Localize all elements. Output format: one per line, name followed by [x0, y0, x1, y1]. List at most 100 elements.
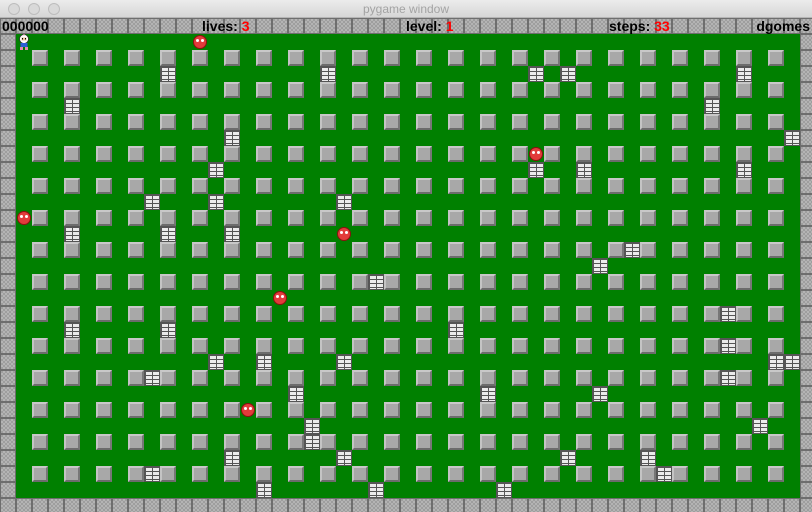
- brick-icon: [256, 354, 272, 370]
- stone-pillar-icon: [288, 178, 304, 194]
- stone-pillar-icon: [672, 178, 688, 194]
- stone-pillar-icon: [160, 114, 176, 130]
- wall-block-icon: [544, 498, 560, 512]
- brick-icon: [336, 354, 352, 370]
- wall-block-icon: [800, 354, 812, 370]
- wall-block-icon: [0, 210, 16, 226]
- wall-block-icon: [320, 498, 336, 512]
- stone-pillar-icon: [736, 338, 752, 354]
- stone-pillar-icon: [224, 402, 240, 418]
- stone-pillar-icon: [672, 82, 688, 98]
- stone-pillar-icon: [256, 434, 272, 450]
- stone-pillar-icon: [160, 338, 176, 354]
- brick-icon: [288, 386, 304, 402]
- wall-block-icon: [0, 498, 16, 512]
- wall-block-icon: [272, 498, 288, 512]
- stone-pillar-icon: [224, 306, 240, 322]
- stone-pillar-icon: [256, 146, 272, 162]
- stone-pillar-icon: [224, 274, 240, 290]
- stone-pillar-icon: [32, 114, 48, 130]
- stone-pillar-icon: [736, 178, 752, 194]
- stone-pillar-icon: [32, 466, 48, 482]
- brick-icon: [752, 418, 768, 434]
- stone-pillar-icon: [256, 274, 272, 290]
- stone-pillar-icon: [32, 210, 48, 226]
- stone-pillar-icon: [352, 466, 368, 482]
- stone-pillar-icon: [736, 146, 752, 162]
- game-board[interactable]: 000000 lives: 3 level: 1 steps: 33 dgome…: [0, 18, 812, 512]
- wall-block-icon: [0, 98, 16, 114]
- stone-pillar-icon: [608, 178, 624, 194]
- stone-pillar-icon: [352, 114, 368, 130]
- stone-pillar-icon: [576, 114, 592, 130]
- stone-pillar-icon: [160, 402, 176, 418]
- stone-pillar-icon: [256, 466, 272, 482]
- stone-pillar-icon: [704, 50, 720, 66]
- brick-icon: [528, 162, 544, 178]
- brick-icon: [256, 482, 272, 498]
- bomberman-icon: [17, 34, 31, 50]
- stone-pillar-icon: [480, 114, 496, 130]
- stone-pillar-icon: [288, 82, 304, 98]
- stone-pillar-icon: [704, 114, 720, 130]
- stone-pillar-icon: [448, 274, 464, 290]
- stone-pillar-icon: [608, 466, 624, 482]
- wall-block-icon: [800, 482, 812, 498]
- stone-pillar-icon: [64, 210, 80, 226]
- stone-pillar-icon: [288, 242, 304, 258]
- brick-icon: [736, 66, 752, 82]
- wall-block-icon: [0, 450, 16, 466]
- brick-icon: [224, 226, 240, 242]
- stone-pillar-icon: [32, 402, 48, 418]
- stone-pillar-icon: [768, 466, 784, 482]
- stone-pillar-icon: [384, 242, 400, 258]
- stone-pillar-icon: [640, 50, 656, 66]
- stone-pillar-icon: [96, 82, 112, 98]
- stone-pillar-icon: [64, 114, 80, 130]
- stone-pillar-icon: [544, 178, 560, 194]
- stone-pillar-icon: [384, 114, 400, 130]
- stone-pillar-icon: [384, 306, 400, 322]
- stone-pillar-icon: [96, 466, 112, 482]
- wall-block-icon: [672, 498, 688, 512]
- wall-block-icon: [336, 18, 352, 34]
- brick-icon: [304, 418, 320, 434]
- stone-pillar-icon: [288, 114, 304, 130]
- wall-block-icon: [0, 130, 16, 146]
- wall-block-icon: [800, 322, 812, 338]
- stone-pillar-icon: [352, 402, 368, 418]
- stone-pillar-icon: [160, 306, 176, 322]
- stone-pillar-icon: [512, 466, 528, 482]
- stone-pillar-icon: [672, 434, 688, 450]
- stone-pillar-icon: [96, 210, 112, 226]
- stone-pillar-icon: [160, 50, 176, 66]
- wall-block-icon: [0, 146, 16, 162]
- brick-icon: [224, 130, 240, 146]
- wall-block-icon: [224, 18, 240, 34]
- wall-block-icon: [608, 18, 624, 34]
- stone-pillar-icon: [224, 82, 240, 98]
- stone-pillar-icon: [224, 114, 240, 130]
- wall-block-icon: [736, 498, 752, 512]
- wall-block-icon: [576, 498, 592, 512]
- wall-block-icon: [128, 18, 144, 34]
- wall-block-icon: [0, 66, 16, 82]
- stone-pillar-icon: [640, 274, 656, 290]
- stone-pillar-icon: [320, 82, 336, 98]
- wall-block-icon: [800, 178, 812, 194]
- wall-block-icon: [800, 338, 812, 354]
- stone-pillar-icon: [576, 178, 592, 194]
- stone-pillar-icon: [480, 242, 496, 258]
- stone-pillar-icon: [288, 50, 304, 66]
- wall-block-icon: [800, 434, 812, 450]
- stone-pillar-icon: [448, 178, 464, 194]
- stone-pillar-icon: [192, 306, 208, 322]
- wall-block-icon: [704, 18, 720, 34]
- stone-pillar-icon: [672, 146, 688, 162]
- wall-block-icon: [384, 498, 400, 512]
- window-titlebar[interactable]: pygame window: [0, 0, 812, 18]
- stone-pillar-icon: [672, 466, 688, 482]
- stone-pillar-icon: [64, 82, 80, 98]
- wall-block-icon: [368, 18, 384, 34]
- brick-icon: [304, 434, 320, 450]
